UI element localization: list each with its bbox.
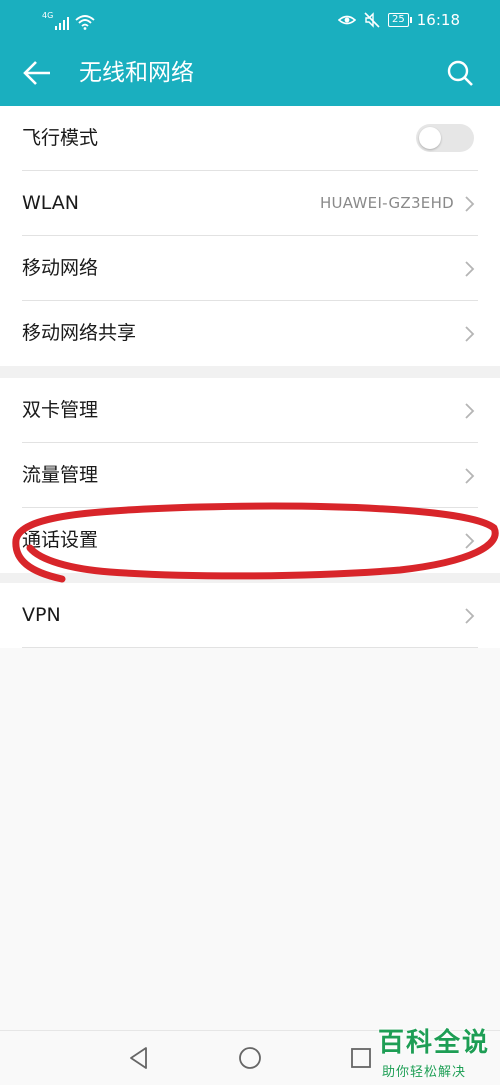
watermark-logo: 百科全说 助你轻松解决: [368, 1018, 500, 1084]
data-usage-label: 流量管理: [22, 464, 99, 486]
chevron-right-icon: [465, 468, 475, 484]
toggle-knob: [419, 127, 441, 149]
settings-row-data-usage[interactable]: 流量管理: [22, 443, 478, 508]
wlan-network-name: HUAWEI-GZ3EHD: [319, 194, 454, 212]
battery-icon: 25: [388, 13, 412, 27]
chevron-right-icon: [465, 261, 475, 277]
dual-sim-label: 双卡管理: [22, 399, 99, 421]
back-arrow-icon[interactable]: [22, 59, 52, 87]
settings-row-wlan[interactable]: WLAN HUAWEI-GZ3EHD: [22, 171, 478, 236]
nav-back-icon[interactable]: [126, 1045, 152, 1071]
chevron-right-icon: [465, 403, 475, 419]
settings-section-vpn: VPN: [0, 583, 500, 648]
app-bar: 无线和网络: [0, 40, 500, 106]
settings-row-airplane-mode[interactable]: 飞行模式: [22, 106, 478, 171]
network-type-label: 4G: [42, 11, 54, 20]
clock: 16:18: [416, 11, 460, 29]
chevron-right-icon: [465, 326, 475, 342]
page-title: 无线和网络: [79, 60, 194, 86]
nav-home-icon[interactable]: [237, 1045, 263, 1071]
airplane-mode-toggle[interactable]: [416, 124, 474, 152]
settings-section-sim-data: 双卡管理 流量管理 通话设置: [0, 378, 500, 573]
status-left-group: 4G: [42, 10, 95, 30]
call-settings-label: 通话设置: [22, 529, 99, 551]
watermark-title: 百科全说: [378, 1028, 491, 1058]
settings-row-tethering[interactable]: 移动网络共享: [22, 301, 478, 366]
chevron-right-icon: [465, 608, 475, 624]
vpn-label: VPN: [22, 604, 61, 626]
eye-comfort-icon: [338, 15, 357, 25]
chevron-right-icon: [465, 196, 475, 212]
section-divider: [0, 366, 500, 378]
settings-row-call-settings[interactable]: 通话设置: [22, 508, 478, 573]
tethering-label: 移动网络共享: [22, 322, 137, 344]
airplane-mode-label: 飞行模式: [22, 127, 99, 149]
section-divider: [0, 573, 500, 583]
status-bar: 4G 25 16:18: [0, 0, 500, 40]
settings-row-mobile-network[interactable]: 移动网络: [22, 236, 478, 301]
signal-icon: [55, 16, 70, 30]
mute-icon: [364, 12, 380, 28]
status-right-group: 25 16:18: [338, 9, 460, 31]
wlan-label: WLAN: [22, 192, 80, 214]
settings-section-connectivity: 飞行模式 WLAN HUAWEI-GZ3EHD 移动网络 移动网络共享: [0, 106, 500, 366]
search-icon[interactable]: [446, 59, 474, 87]
settings-row-vpn[interactable]: VPN: [22, 583, 478, 648]
mobile-network-label: 移动网络: [22, 257, 99, 279]
settings-row-dual-sim[interactable]: 双卡管理: [22, 378, 478, 443]
watermark-subtitle: 助你轻松解决: [382, 1065, 467, 1080]
chevron-right-icon: [465, 533, 475, 549]
wifi-icon: [75, 15, 95, 30]
